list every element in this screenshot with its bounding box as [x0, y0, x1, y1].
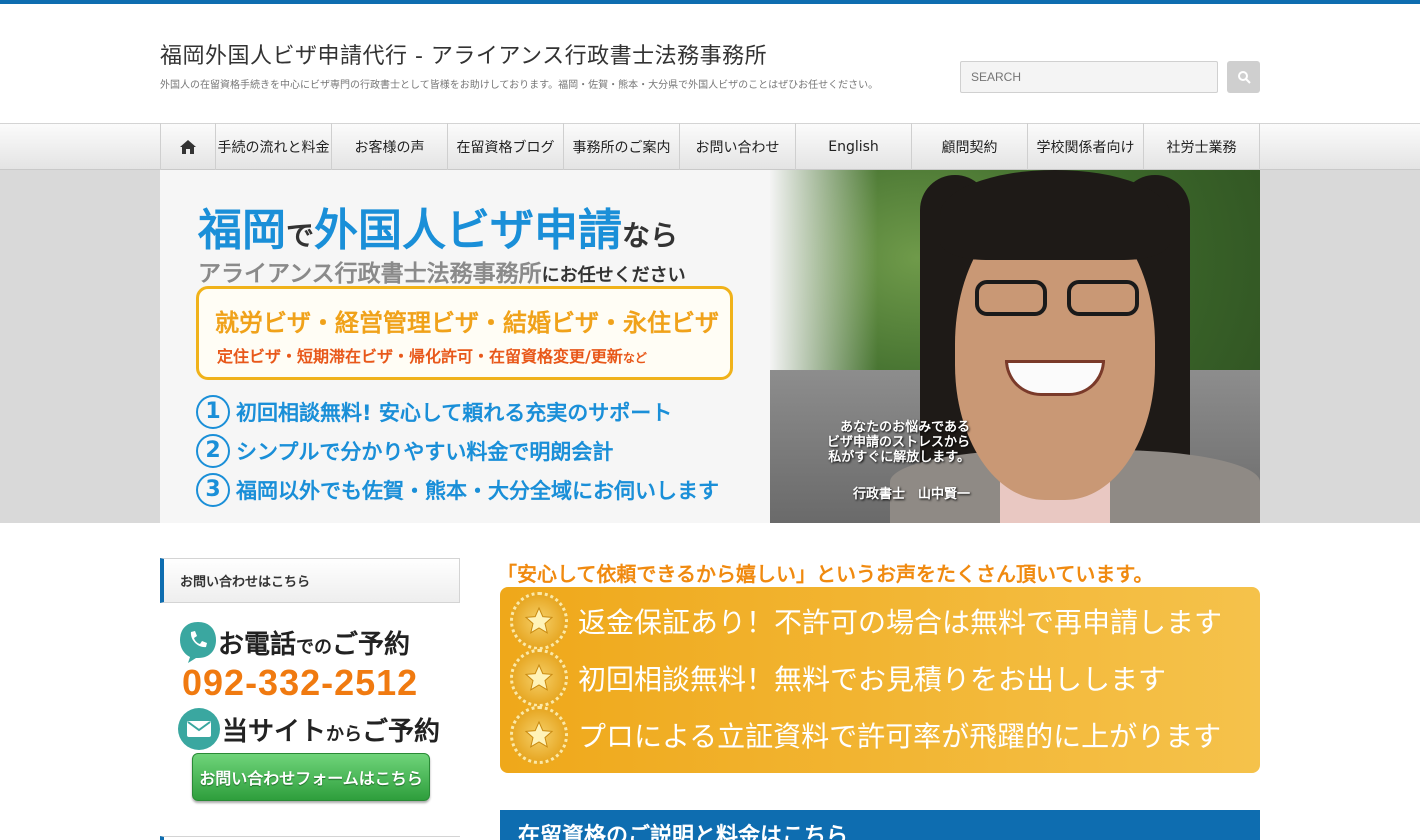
point-text: シンプルで分かりやすい料金で明朗会計: [236, 439, 614, 464]
phone-title-c: ご予約: [332, 629, 411, 660]
nav-item-flow-fees[interactable]: 手続の流れと料金: [216, 123, 332, 170]
mail-icon: [178, 708, 220, 750]
guarantee-banner: 返金保証あり！不許可の場合は無料で再申請します 初回相談無料！無料でお見積りをお…: [500, 587, 1260, 773]
photo-signature: 行政書士 山中賢一: [852, 487, 970, 502]
phone-title: お電話でのご予約: [218, 624, 410, 661]
customer-praise-heading: 「安心して依頼できるから嬉しい」というお声をたくさん頂いています。: [497, 562, 1154, 586]
section-heading-visa-fees: 在留資格のご説明と料金はこちら: [500, 810, 1260, 840]
hero-point: 1 初回相談無料! 安心して頼れる充実のサポート: [196, 392, 719, 431]
point-text: 初回相談無料! 安心して頼れる充実のサポート: [236, 400, 673, 425]
guarantee-item: プロによる立証資料で許可率が飛躍的に上がります: [510, 706, 1222, 764]
nav-item-labor[interactable]: 社労士業務: [1144, 123, 1260, 170]
subheadline-leave-to-us: にお任せください: [541, 265, 686, 286]
nav-item-office-info[interactable]: 事務所のご案内: [564, 123, 680, 170]
lawyer-photo: [770, 170, 1260, 523]
hero-banner: あなたのお悩みである ビザ申請のストレスから 私がすぐに解放します。 行政書士 …: [160, 170, 1260, 523]
visa-types-line-2: 定住ビザ・短期滞在ビザ・帰化許可・在留資格変更/更新など: [217, 343, 647, 367]
mail-title-b: から: [326, 723, 363, 745]
guarantee-item: 返金保証あり！不許可の場合は無料で再申請します: [510, 592, 1223, 650]
visa-types-line-2-text: 定住ビザ・短期滞在ビザ・帰化許可・在留資格変更/更新: [217, 347, 623, 366]
phone-reservation-heading: お電話でのご予約: [178, 620, 410, 664]
sidebar-next-heading-edge: [160, 836, 460, 840]
hero-point: 3 福岡以外でも佐賀・熊本・大分全域にお伺いします: [196, 470, 719, 509]
mail-title: 当サイトからご予約: [222, 711, 440, 748]
headline-de: で: [286, 219, 315, 252]
hero-points: 1 初回相談無料! 安心して頼れる充実のサポート 2 シンプルで分かりやすい料金…: [196, 392, 719, 509]
sidebar-heading: お問い合わせはこちら: [160, 558, 460, 603]
point-number: 3: [196, 472, 230, 507]
mail-title-c: ご予約: [362, 716, 441, 747]
phone-icon: [178, 620, 218, 664]
visa-types-line-2-suffix: など: [622, 351, 647, 365]
mail-title-a: 当サイト: [222, 716, 327, 747]
star-medal-icon: [510, 592, 568, 650]
quote-line-2: ビザ申請のストレスから: [826, 435, 970, 450]
photo-hair-top: [940, 170, 1170, 260]
star-medal-icon: [510, 649, 568, 707]
headline-fukuoka: 福岡: [198, 205, 286, 256]
nav-item-advisory[interactable]: 顧問契約: [912, 123, 1028, 170]
headline-visa: 外国人ビザ申請: [314, 205, 623, 256]
guarantee-text: 返金保証あり！不許可の場合は無料で再申請します: [578, 606, 1223, 639]
point-number: 2: [196, 433, 230, 468]
photo-quote: あなたのお悩みである ビザ申請のストレスから 私がすぐに解放します。: [770, 420, 970, 465]
star-medal-icon: [510, 706, 568, 764]
photo-glasses: [975, 280, 1145, 320]
guarantee-text: 初回相談無料！無料でお見積りをお出しします: [578, 663, 1167, 696]
web-reservation-heading: 当サイトからご予約: [178, 708, 440, 750]
search-input[interactable]: [960, 61, 1218, 93]
quote-line-1: あなたのお悩みである: [840, 420, 970, 435]
subheadline-office: アライアンス行政書士法務事務所: [198, 261, 542, 287]
guarantee-text: プロによる立証資料で許可率が飛躍的に上がります: [578, 720, 1222, 753]
hero-point: 2 シンプルで分かりやすい料金で明朗会計: [196, 431, 719, 470]
nav-item-schools[interactable]: 学校関係者向け: [1028, 123, 1144, 170]
point-number: 1: [196, 394, 230, 429]
visa-types-box: 就労ビザ・経営管理ビザ・結婚ビザ・永住ビザ 定住ビザ・短期滞在ビザ・帰化許可・在…: [196, 286, 733, 380]
hero-headline: 福岡で外国人ビザ申請なら: [198, 194, 678, 258]
hero-subheadline: アライアンス行政書士法務事務所にお任せください: [198, 254, 686, 288]
quote-line-3: 私がすぐに解放します。: [828, 450, 970, 465]
nav-item-customer-voice[interactable]: お客様の声: [332, 123, 448, 170]
top-accent-bar: [0, 0, 1420, 4]
phone-number[interactable]: 092-332-2512: [182, 662, 418, 704]
phone-title-a: お電話: [218, 629, 297, 660]
contact-form-button[interactable]: お問い合わせフォームはこちら: [192, 753, 430, 801]
main-nav: 手続の流れと料金 お客様の声 在留資格ブログ 事務所のご案内 お問い合わせ En…: [160, 123, 1260, 170]
headline-nara: なら: [622, 219, 679, 252]
nav-item-contact[interactable]: お問い合わせ: [680, 123, 796, 170]
point-text: 福岡以外でも佐賀・熊本・大分全域にお伺いします: [236, 478, 719, 503]
search-form: [960, 61, 1260, 93]
guarantee-item: 初回相談無料！無料でお見積りをお出しします: [510, 649, 1167, 707]
nav-item-english[interactable]: English: [796, 123, 912, 170]
nav-home[interactable]: [161, 123, 216, 170]
visa-types-line-1: 就労ビザ・経営管理ビザ・結婚ビザ・永住ビザ: [215, 309, 719, 337]
home-icon: [180, 139, 196, 154]
search-button[interactable]: [1227, 61, 1260, 93]
sidebar: お問い合わせはこちら お電話でのご予約 092-332-2512 当サイトからご…: [160, 558, 460, 840]
phone-title-b: での: [296, 636, 333, 658]
nav-item-blog[interactable]: 在留資格ブログ: [448, 123, 564, 170]
search-icon: [1237, 71, 1251, 84]
